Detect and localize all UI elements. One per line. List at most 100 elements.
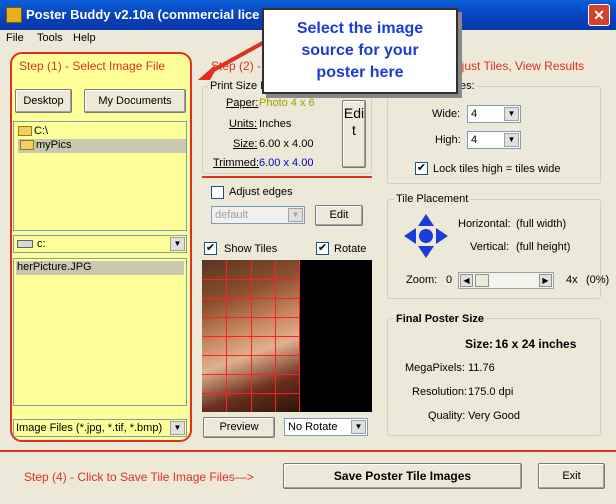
edit-paper-button[interactable]: Edit [342, 100, 366, 168]
tiles-group-title: es: [458, 80, 477, 92]
desktop-button[interactable]: Desktop [15, 89, 72, 113]
zoom-max: 4x [566, 274, 578, 286]
lock-tiles-label: Lock tiles high = tiles wide [433, 163, 561, 175]
tile-gridline [202, 298, 300, 299]
horizontal-value: (full width) [516, 218, 567, 230]
drive-value: c: [37, 238, 46, 250]
adjust-edges-checkbox[interactable] [211, 186, 224, 199]
close-button[interactable]: ✕ [588, 4, 610, 26]
file-filter-value: Image Files (*.jpg, *.tif, *.bmp) [16, 422, 163, 434]
quality-label: Quality: [428, 410, 466, 422]
high-label: High: [435, 134, 461, 146]
save-tiles-button[interactable]: Save Poster Tile Images [283, 463, 522, 489]
show-tiles-checkbox[interactable]: ✔ [204, 242, 217, 255]
folder-open-icon [18, 126, 32, 137]
app-icon [6, 7, 22, 23]
file-list[interactable]: herPicture.JPG [13, 258, 187, 406]
tile-gridline [202, 279, 300, 280]
chevron-down-icon[interactable]: ▼ [170, 237, 185, 251]
zoom-percent: (0%) [586, 274, 610, 286]
wide-label: Wide: [432, 108, 461, 120]
final-size-value: 16 x 24 inches [495, 337, 577, 351]
folder-item-root[interactable]: C:\ [18, 125, 48, 137]
edges-value: default [215, 209, 249, 221]
folder-list[interactable]: C:\ myPics [13, 121, 187, 231]
center-icon[interactable] [419, 229, 433, 243]
folder-item-mypics[interactable]: myPics [18, 139, 186, 153]
drive-icon [17, 238, 37, 250]
exit-button[interactable]: Exit [538, 463, 605, 489]
chevron-down-icon[interactable]: ▼ [504, 107, 519, 121]
dpad-control[interactable] [403, 213, 449, 259]
preview-button[interactable]: Preview [203, 417, 275, 438]
arrow-up-icon[interactable] [418, 214, 434, 226]
high-value: 4 [471, 134, 478, 146]
file-item[interactable]: herPicture.JPG [16, 261, 184, 275]
callout-line: source for your [301, 42, 419, 59]
tile-gridline [202, 393, 300, 394]
bottom-divider [0, 450, 616, 452]
rotate-checkbox[interactable]: ✔ [316, 242, 329, 255]
callout-line: Select the image [296, 20, 424, 37]
arrow-right-icon[interactable] [436, 228, 448, 244]
callout-line: poster here [316, 64, 404, 81]
arrow-down-icon[interactable] [418, 246, 434, 258]
final-size-title: Final Poster Size [394, 313, 487, 325]
resolution-label: Resolution: [412, 386, 468, 398]
menu-tools[interactable]: Tools [37, 32, 63, 44]
rotate-select[interactable]: No Rotate ▼ [284, 418, 368, 436]
chevron-down-icon[interactable]: ▼ [288, 208, 303, 222]
edges-edit-button[interactable]: Edit [315, 205, 363, 226]
step2-divider [202, 176, 372, 178]
menu-help[interactable]: Help [73, 32, 96, 44]
zoom-slider[interactable]: ◀ ▶ [458, 272, 554, 289]
zoom-label: Zoom: [406, 274, 438, 286]
vertical-label: Vertical: [470, 241, 510, 253]
arrow-left-icon[interactable] [404, 228, 416, 244]
tile-gridline [202, 355, 300, 356]
scroll-left-icon[interactable]: ◀ [460, 274, 473, 287]
zoom-slider-thumb[interactable] [475, 274, 489, 287]
trimmed-value: 6.00 x 4.00 [259, 157, 314, 169]
adjust-edges-label: Adjust edges [229, 186, 293, 198]
my-documents-button[interactable]: My Documents [84, 89, 186, 113]
chevron-down-icon[interactable]: ▼ [504, 133, 519, 147]
scroll-right-icon[interactable]: ▶ [539, 274, 552, 287]
file-filter-select[interactable]: Image Files (*.jpg, *.tif, *.bmp) ▼ [13, 419, 187, 437]
edges-select[interactable]: default ▼ [211, 206, 305, 224]
rotate-value: No Rotate [288, 421, 338, 433]
drive-select[interactable]: c: ▼ [13, 235, 187, 253]
final-size-label: Size: [465, 337, 494, 351]
tile-gridline [202, 336, 300, 337]
tile-gridline [202, 374, 300, 375]
paper-value: Photo 4 x 6 [259, 97, 315, 109]
quality-value: Very Good [468, 410, 520, 422]
rotate-label: Rotate [334, 243, 367, 255]
vertical-value: (full height) [516, 241, 571, 253]
lock-tiles-checkbox[interactable]: ✔ [415, 162, 428, 175]
tile-placement-title: Tile Placement [394, 193, 471, 205]
step3-label: djust Tiles, View Results [455, 59, 585, 73]
menu-file[interactable]: File [6, 32, 24, 44]
size-value: 6.00 x 4.00 [259, 138, 314, 150]
step1-label: Step (1) - Select Image File [19, 59, 166, 73]
callout-box: Select the image source for your poster … [262, 8, 458, 94]
callout-text: Select the image source for your poster … [264, 18, 456, 84]
folder-open-icon [20, 140, 34, 151]
zoom-min: 0 [446, 274, 453, 286]
wide-select[interactable]: 4 ▼ [467, 105, 521, 123]
units-value: Inches [259, 118, 292, 130]
resolution-value: 175.0 dpi [468, 386, 514, 398]
high-select[interactable]: 4 ▼ [467, 131, 521, 149]
tile-gridline [202, 317, 300, 318]
paper-label: Paper: [226, 97, 259, 109]
units-label: Units: [229, 118, 258, 130]
megapixels-value: 11.76 [468, 362, 495, 374]
wide-value: 4 [471, 108, 478, 120]
tile-preview [202, 260, 372, 412]
chevron-down-icon[interactable]: ▼ [170, 421, 185, 435]
trimmed-label: Trimmed: [213, 157, 260, 169]
window-title: Poster Buddy v2.10a (commercial lice [26, 7, 260, 22]
show-tiles-label: Show Tiles [224, 243, 278, 255]
chevron-down-icon[interactable]: ▼ [351, 420, 366, 434]
